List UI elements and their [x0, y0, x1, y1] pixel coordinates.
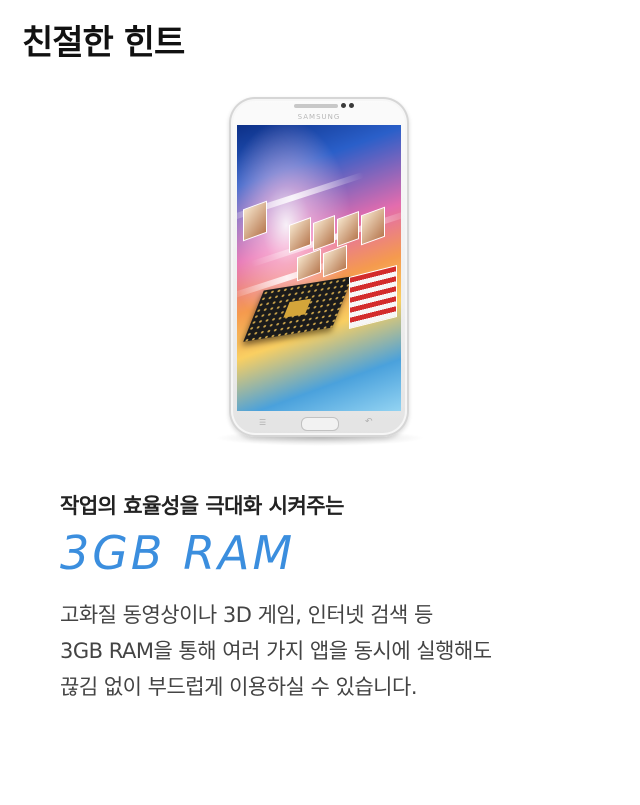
phone-sensor	[349, 103, 354, 108]
phone-speaker	[294, 104, 338, 108]
floating-card	[361, 206, 385, 246]
floating-photo	[349, 265, 397, 329]
feature-description: 고화질 동영상이나 3D 게임, 인터넷 검색 등 3GB RAM을 통해 여러…	[60, 597, 620, 705]
phone-brand-label: SAMSUNG	[297, 113, 341, 121]
floating-card	[323, 244, 347, 278]
description-line: 고화질 동영상이나 3D 게임, 인터넷 검색 등	[60, 603, 433, 627]
feature-subtitle: 작업의 효율성을 극대화 시켜주는	[60, 494, 344, 518]
home-button	[301, 417, 339, 431]
phone-camera	[341, 103, 346, 108]
floating-card	[243, 200, 267, 242]
menu-icon: ☰	[259, 418, 267, 427]
floating-card	[297, 248, 321, 282]
floating-card	[337, 210, 359, 248]
phone-screen	[237, 125, 401, 411]
feature-headline: 3GB RAM	[60, 526, 296, 580]
floating-card	[313, 214, 335, 252]
phone-image: SAMSUNG ☰ ↶	[229, 97, 409, 437]
chip-core	[283, 298, 312, 318]
description-line: 끊김 없이 부드럽게 이용하실 수 있습니다.	[60, 675, 418, 699]
back-icon: ↶	[365, 417, 373, 427]
page-title: 친절한 힌트	[22, 23, 185, 63]
description-line: 3GB RAM을 통해 여러 가지 앱을 동시에 실행해도	[60, 639, 492, 663]
